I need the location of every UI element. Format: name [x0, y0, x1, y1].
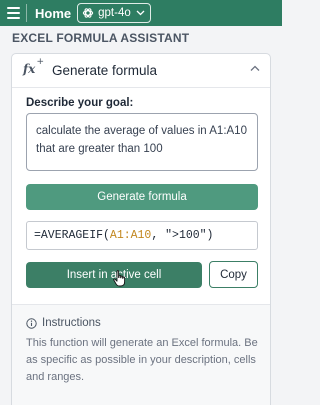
goal-label: Describe your goal:	[26, 97, 134, 109]
instructions-panel: Instructions This function will generate…	[12, 305, 270, 405]
instructions-text: This function will generate an Excel for…	[26, 337, 258, 383]
info-icon	[26, 317, 37, 329]
instructions-title: Instructions	[42, 317, 101, 329]
copy-button[interactable]: Copy	[209, 261, 258, 288]
model-select[interactable]: gpt-4o	[77, 3, 151, 23]
top-bar: Home gpt-4o	[0, 0, 282, 26]
generate-formula-card: fx + Generate formula Describe your goal:…	[11, 53, 271, 405]
chevron-up-icon[interactable]	[250, 65, 260, 72]
instructions-header: Instructions	[26, 317, 101, 329]
menu-icon[interactable]	[0, 0, 26, 26]
formula-range: A1:A10	[109, 229, 152, 242]
function-icon: fx +	[23, 57, 44, 76]
formula-suffix: , ">100")	[151, 229, 214, 242]
formula-prefix: =AVERAGEIF(	[34, 229, 110, 242]
chevron-down-icon	[136, 10, 145, 16]
generate-formula-button[interactable]: Generate formula	[26, 184, 258, 210]
hand-pointer-icon	[113, 270, 126, 287]
card-title: Generate formula	[52, 63, 158, 78]
formula-output[interactable]: =AVERAGEIF(A1:A10, ">100")	[26, 221, 258, 250]
card-header[interactable]: fx + Generate formula	[12, 54, 270, 88]
openai-logo-icon	[82, 8, 94, 18]
model-label: gpt-4o	[98, 7, 131, 19]
assistant-title: EXCEL FORMULA ASSISTANT	[12, 31, 190, 45]
goal-textarea[interactable]: calculate the average of values in A1:A1…	[26, 113, 258, 171]
home-title[interactable]: Home	[35, 6, 71, 21]
topbar-divider	[26, 4, 27, 22]
